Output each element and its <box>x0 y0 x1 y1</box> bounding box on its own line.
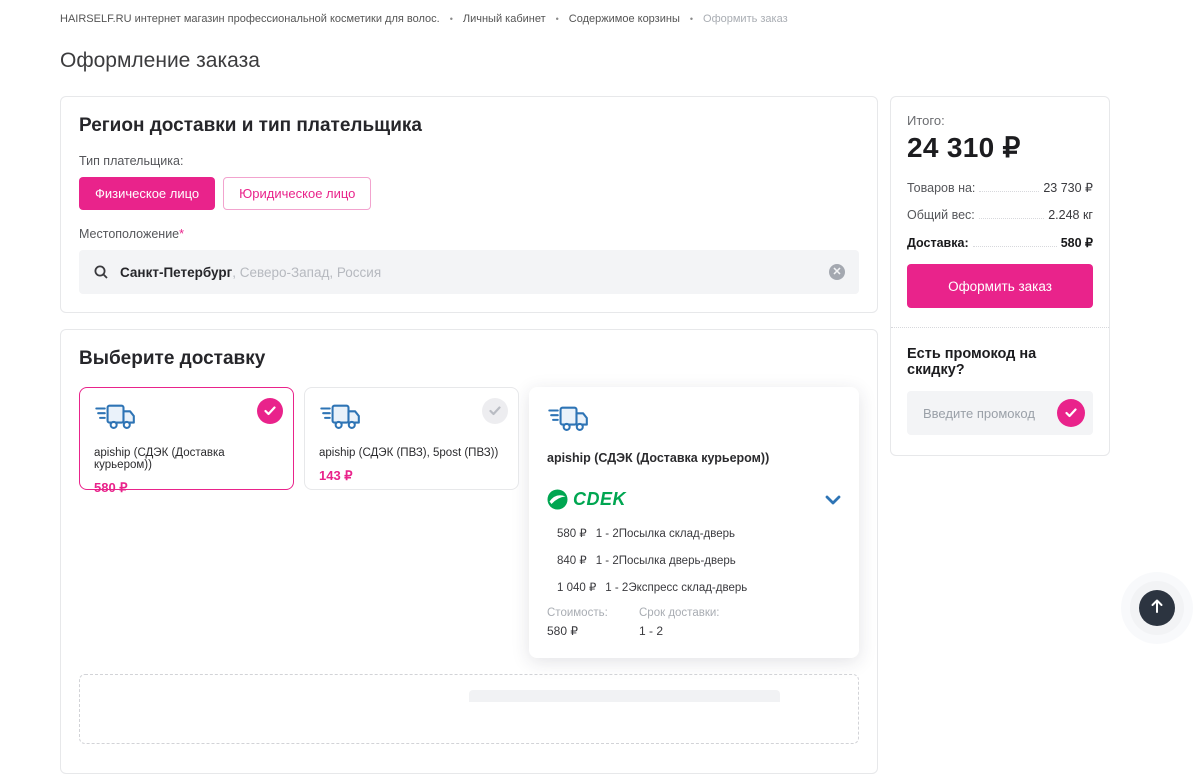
location-input[interactable]: Санкт-Петербург , Северо-Запад, Россия ✕ <box>79 250 859 294</box>
dotted-separator <box>891 327 1109 328</box>
breadcrumb-account[interactable]: Личный кабинет <box>463 13 546 25</box>
scroll-to-top-button[interactable] <box>1139 590 1175 626</box>
delivery-truck-icon <box>319 418 363 435</box>
delivery-option-label: apiship (СДЭК (ПВЗ), 5post (ПВЗ)) <box>319 447 504 459</box>
promo-input[interactable] <box>921 405 1057 422</box>
total-value: 24 310 ₽ <box>907 131 1093 164</box>
term-label: Срок доставки: <box>639 607 841 619</box>
breadcrumb-separator: • <box>556 14 559 24</box>
carrier-row: CDEK <box>547 489 841 510</box>
arrow-up-icon <box>1150 598 1164 619</box>
location-suffix: , Северо-Запад, Россия <box>232 265 381 280</box>
promo-apply-button[interactable] <box>1057 399 1085 427</box>
cdek-logo: CDEK <box>547 489 626 510</box>
tariff-row[interactable]: 1 040 ₽1 - 2Экспресс склад-дверь <box>557 580 841 594</box>
location-label: Местоположение* <box>79 227 859 241</box>
delivery-option-pickup[interactable]: apiship (СДЭК (ПВЗ), 5post (ПВЗ)) 143 ₽ <box>304 387 519 490</box>
summary-row-delivery: Доставка:580 ₽ <box>907 235 1093 250</box>
region-payer-card: Регион доставки и тип плательщика Тип пл… <box>60 96 878 313</box>
selected-check-icon <box>257 398 283 424</box>
next-section-placeholder <box>79 674 859 744</box>
location-value: Санкт-Петербург <box>120 265 232 280</box>
tariff-row[interactable]: 840 ₽1 - 2Посылка дверь-дверь <box>557 553 841 567</box>
required-asterisk: * <box>179 227 184 241</box>
tariff-list: 580 ₽1 - 2Посылка склад-дверь 840 ₽1 - 2… <box>547 526 841 594</box>
delivery-card: Выберите доставку <box>60 329 878 774</box>
delivery-options-row: apiship (СДЭК (Доставка курьером)) 580 ₽ <box>79 387 859 658</box>
summary-row-weight: Общий вес:2.248 кг <box>907 208 1093 222</box>
breadcrumb-home[interactable]: HAIRSELF.RU интернет магазин профессиона… <box>60 13 440 25</box>
delivery-option-price: 143 ₽ <box>319 468 504 484</box>
chevron-down-icon[interactable] <box>825 495 841 505</box>
order-summary-card: Итого: 24 310 ₽ Товаров на:23 730 ₽ Общи… <box>890 96 1110 456</box>
delivery-card-title: Выберите доставку <box>79 348 859 370</box>
page-title: Оформление заказа <box>60 49 1140 73</box>
submit-order-button[interactable]: Оформить заказ <box>907 264 1093 308</box>
payer-individual-button[interactable]: Физическое лицо <box>79 177 215 210</box>
total-label: Итого: <box>907 113 1093 128</box>
sidebar: Итого: 24 310 ₽ Товаров на:23 730 ₽ Общи… <box>890 96 1110 456</box>
search-icon <box>93 264 109 280</box>
delivery-option-label: apiship (СДЭК (Доставка курьером)) <box>94 447 279 471</box>
delivery-truck-icon <box>94 418 138 435</box>
payer-legal-button[interactable]: Юридическое лицо <box>223 177 371 210</box>
payer-type-label: Тип плательщика: <box>79 154 859 168</box>
breadcrumb-separator: • <box>690 14 693 24</box>
region-card-title: Регион доставки и тип плательщика <box>79 115 859 137</box>
breadcrumb-cart[interactable]: Содержимое корзины <box>569 13 680 25</box>
payer-type-switch: Физическое лицо Юридическое лицо <box>79 177 859 210</box>
delivery-truck-icon <box>547 420 591 437</box>
promo-box <box>907 391 1093 435</box>
breadcrumb-separator: • <box>450 14 453 24</box>
breadcrumb: HAIRSELF.RU интернет магазин профессиона… <box>60 13 1140 25</box>
detail-footer: Стоимость: Срок доставки: 580 ₽ 1 - 2 <box>547 607 841 638</box>
delivery-option-price: 580 ₽ <box>94 480 279 496</box>
cost-value: 580 ₽ <box>547 624 639 638</box>
breadcrumb-current: Оформить заказ <box>703 13 788 25</box>
summary-rows: Товаров на:23 730 ₽ Общий вес:2.248 кг Д… <box>907 180 1093 250</box>
cost-label: Стоимость: <box>547 607 639 619</box>
term-value: 1 - 2 <box>639 624 841 638</box>
unselected-check-icon <box>482 398 508 424</box>
main-layout: Регион доставки и тип плательщика Тип пл… <box>60 96 1140 774</box>
promo-title: Есть промокод на скидку? <box>907 346 1093 378</box>
clear-location-icon[interactable]: ✕ <box>829 264 845 280</box>
delivery-option-courier[interactable]: apiship (СДЭК (Доставка курьером)) 580 ₽ <box>79 387 294 490</box>
summary-row-goods: Товаров на:23 730 ₽ <box>907 180 1093 195</box>
clipped-card-edge <box>469 690 780 702</box>
tariff-row[interactable]: 580 ₽1 - 2Посылка склад-дверь <box>557 526 841 540</box>
detail-title: apiship (СДЭК (Доставка курьером)) <box>547 451 841 465</box>
main-column: Регион доставки и тип плательщика Тип пл… <box>60 96 878 774</box>
checkout-page: HAIRSELF.RU интернет магазин профессиона… <box>0 13 1200 774</box>
delivery-detail-card: apiship (СДЭК (Доставка курьером)) CDEK <box>529 387 859 658</box>
cdek-logo-text: CDEK <box>573 489 626 510</box>
